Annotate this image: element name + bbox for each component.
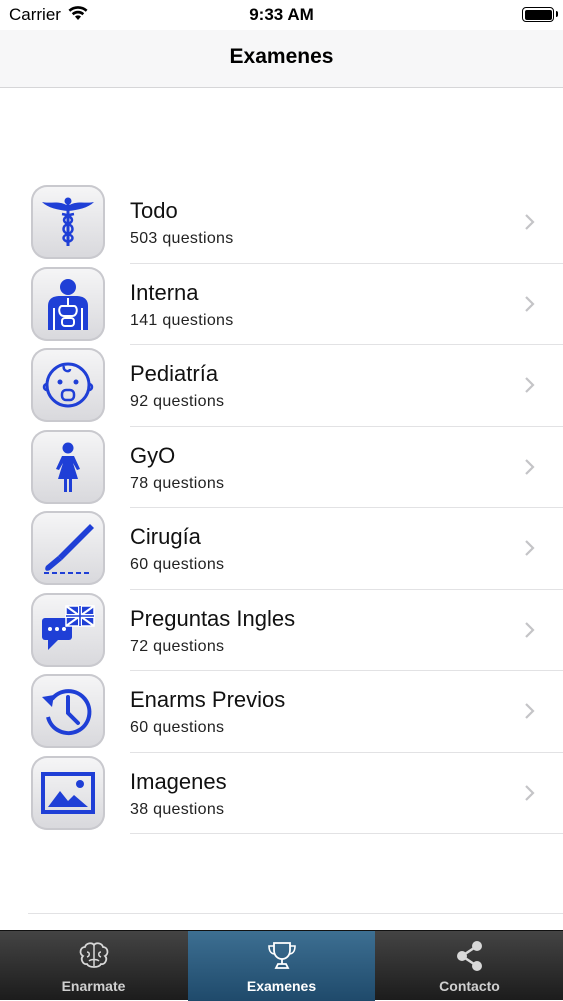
history-clock-icon (31, 674, 105, 748)
scalpel-icon (31, 511, 105, 585)
tab-enarmate[interactable]: Enarmate (0, 931, 187, 1001)
tab-label: Contacto (439, 978, 500, 994)
list-item-todo[interactable]: Todo 503 questions (0, 182, 563, 264)
list-item-enarms-previos[interactable]: Enarms Previos 60 questions (0, 671, 563, 753)
item-title: Pediatría (130, 361, 219, 386)
chevron-right-icon (525, 295, 535, 312)
item-count: 78 questions (130, 474, 225, 492)
chevron-right-icon (525, 784, 535, 801)
status-bar: Carrier 9:33 AM (0, 0, 563, 30)
item-count: 38 questions (130, 800, 225, 818)
brain-icon (79, 942, 108, 968)
item-title: Preguntas Ingles (130, 605, 296, 631)
item-title: Cirugía (130, 524, 201, 549)
battery-icon (522, 7, 558, 22)
chevron-right-icon (525, 377, 535, 393)
woman-icon (31, 429, 105, 504)
exam-list: Todo 503 questions Interna 141 questions (0, 182, 563, 834)
item-title: GyO (130, 442, 176, 468)
divider (28, 913, 563, 914)
item-title: Enarms Previos (130, 687, 286, 712)
chevron-right-icon (525, 621, 535, 638)
baby-face-icon (31, 348, 105, 422)
item-title: Todo (130, 198, 178, 223)
list-item-preguntas-ingles[interactable]: Preguntas Ingles 72 questions (0, 590, 563, 671)
share-icon (456, 941, 482, 971)
image-icon (31, 755, 105, 830)
trophy-icon (267, 942, 296, 969)
list-item-cirugia[interactable]: Cirugía 60 questions (0, 508, 563, 590)
chevron-right-icon (525, 540, 535, 556)
navigation-bar: Examenes (0, 30, 563, 88)
list-item-pediatria[interactable]: Pediatría 92 questions (0, 345, 563, 427)
tab-label: Examenes (246, 978, 317, 994)
list-item-gyo[interactable]: GyO 78 questions (0, 427, 563, 508)
divider (130, 833, 563, 834)
tab-contacto[interactable]: Contacto (376, 931, 563, 1001)
item-count: 60 questions (130, 556, 225, 573)
item-count: 72 questions (130, 637, 225, 655)
item-count: 92 questions (130, 393, 225, 410)
speech-flag-icon (31, 592, 105, 667)
torso-organs-icon (31, 266, 105, 341)
item-title: Interna (130, 279, 199, 305)
tab-bar: Enarmate Examenes Contacto (0, 930, 563, 1001)
item-count: 60 questions (130, 719, 225, 736)
chevron-right-icon (525, 214, 535, 230)
caduceus-icon (31, 185, 105, 259)
page-title: Examenes (229, 45, 334, 68)
clock: 9:33 AM (249, 5, 314, 24)
tab-label: Enarmate (61, 978, 126, 994)
tab-examenes[interactable]: Examenes (188, 931, 375, 1001)
item-count: 503 questions (130, 230, 234, 247)
chevron-right-icon (525, 703, 535, 719)
chevron-right-icon (525, 458, 535, 475)
item-count: 141 questions (130, 311, 234, 329)
item-title: Imagenes (130, 768, 227, 794)
list-item-interna[interactable]: Interna 141 questions (0, 264, 563, 345)
list-item-imagenes[interactable]: Imagenes 38 questions (0, 753, 563, 834)
